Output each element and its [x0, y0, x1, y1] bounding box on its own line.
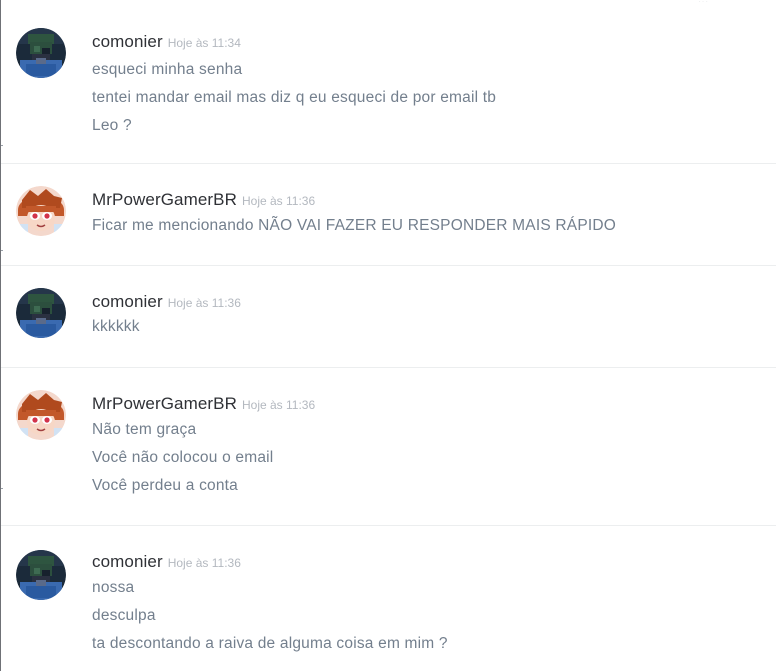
- timestamp: Hoje às 11:36: [241, 194, 316, 208]
- message-text: esqueci minha senha: [92, 61, 243, 78]
- message-content: comonier Hoje às 11:34 esqueci minha senh…: [92, 31, 766, 140]
- message-text: Leo ?: [92, 117, 132, 134]
- message-group: comonier Hoje às 11:36 nossa desculpa ta …: [1, 526, 776, 671]
- message-text: desculpa: [92, 607, 156, 624]
- message-group: MrPowerGamerBR Hoje às 11:36 Não tem graç…: [1, 368, 776, 526]
- message-header: MrPowerGamerBR Hoje às 11:36: [92, 189, 766, 211]
- message-text: tentei mandar email mas diz q eu esqueci…: [92, 89, 497, 106]
- username[interactable]: comonier: [92, 292, 163, 311]
- chat-messages-pane: ... comonierHoje às 11:34 esqueci min: [0, 0, 776, 671]
- username[interactable]: comonier: [92, 32, 163, 51]
- comonier-avatar-icon[interactable]: [16, 28, 66, 78]
- message-header: MrPowerGamerBR Hoje às 11:36: [92, 393, 766, 415]
- message-header: comonier Hoje às 11:36: [92, 291, 766, 313]
- message-group: comonier Hoje às 11:34 esqueci minha senh…: [1, 0, 776, 164]
- message-content: MrPowerGamerBR Hoje às 11:36 Ficar me men…: [92, 189, 766, 240]
- timestamp: Hoje às 11:34: [167, 36, 241, 50]
- message-group: comonier Hoje às 11:36 kkkkkk: [1, 266, 776, 368]
- message-text: Você não colocou o email: [92, 449, 274, 466]
- username[interactable]: MrPowerGamerBR: [92, 394, 237, 413]
- message-content: comonier Hoje às 11:36 nossa desculpa ta …: [92, 551, 766, 658]
- mrpowergamerbr-avatar-icon[interactable]: [16, 186, 66, 236]
- message-header: comonier Hoje às 11:34: [92, 31, 766, 53]
- timestamp: Hoje às 11:36: [241, 398, 316, 412]
- username[interactable]: MrPowerGamerBR: [92, 190, 237, 209]
- comonier-avatar-icon[interactable]: [16, 288, 66, 338]
- mrpowergamerbr-avatar-icon[interactable]: [16, 390, 66, 440]
- comonier-avatar-icon[interactable]: [16, 550, 66, 600]
- message-text: Ficar me mencionando NÃO VAI FAZER EU RE…: [92, 217, 617, 234]
- message-text: Você perdeu a conta: [92, 477, 238, 494]
- message-group: MrPowerGamerBR Hoje às 11:36 Ficar me men…: [1, 164, 776, 266]
- message-text: ta descontando a raiva de alguma coisa e…: [92, 635, 448, 652]
- message-content: comonier Hoje às 11:36 kkkkkk: [92, 291, 766, 341]
- message-text: Não tem graça: [92, 421, 197, 438]
- timestamp: Hoje às 11:36: [167, 296, 241, 310]
- timestamp: Hoje às 11:36: [167, 556, 241, 570]
- message-text: kkkkkk: [92, 318, 140, 335]
- message-text: nossa: [92, 579, 135, 596]
- message-content: MrPowerGamerBR Hoje às 11:36 Não tem graç…: [92, 393, 766, 500]
- message-header: comonier Hoje às 11:36: [92, 551, 766, 573]
- username[interactable]: comonier: [92, 552, 163, 571]
